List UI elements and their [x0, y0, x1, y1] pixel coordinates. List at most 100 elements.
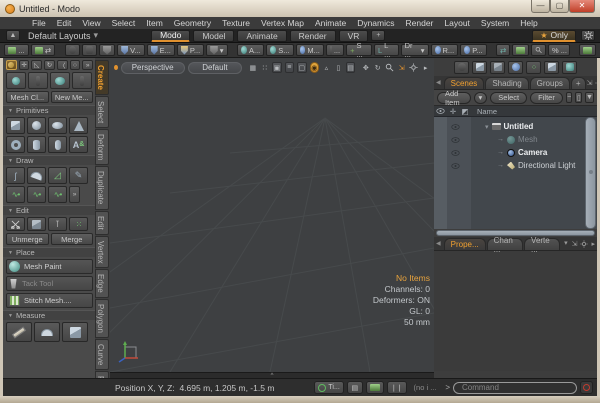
text-tool-button[interactable]: A& — [69, 136, 88, 153]
tab-edit[interactable]: Edit — [95, 211, 109, 235]
item-row-directional-light[interactable]: → Directional Light — [497, 159, 575, 172]
only-toggle[interactable]: ★ Only — [532, 30, 576, 42]
cut-tool-button[interactable] — [6, 217, 25, 231]
lock-icon[interactable]: ▯ — [334, 62, 343, 73]
visibility-toggle-icon[interactable]: ◉ — [310, 62, 319, 73]
mesh-paint-tool[interactable]: Mesh Paint — [6, 259, 93, 274]
collapse-left-icon[interactable]: ◀ — [436, 79, 443, 89]
tab-deform[interactable]: Deform — [95, 129, 109, 165]
arc-tool-button[interactable] — [27, 167, 46, 184]
scale-gizmo-button[interactable] — [72, 72, 92, 89]
mesh-cleanup-button[interactable]: Mesh Cl... — [6, 91, 49, 103]
eye-toggle[interactable] — [449, 163, 462, 169]
cone-primitive-button[interactable] — [69, 117, 88, 134]
tab-polygon[interactable]: Polygon — [95, 299, 109, 338]
scale-tool-button[interactable]: ◺ — [31, 60, 42, 70]
overlay-icon[interactable]: ▤ — [346, 62, 355, 73]
grid-toggle-button[interactable] — [512, 44, 529, 56]
spline-tool-button[interactable]: ∿• — [48, 186, 67, 203]
tack-tool[interactable]: Tack Tool — [6, 276, 93, 291]
zoom-icon[interactable] — [385, 62, 394, 73]
tab-vertex-map[interactable]: Verte ... — [524, 238, 560, 250]
items-mode-button[interactable] — [99, 44, 115, 56]
viewport-swap-button[interactable]: ⇄ — [31, 44, 56, 56]
viewport-mode-dropdown[interactable]: Perspective — [121, 62, 185, 74]
menu-render[interactable]: Render — [406, 18, 434, 28]
record-macro-button[interactable] — [580, 381, 593, 394]
filter-funnel-button[interactable]: ▼ — [585, 92, 594, 103]
search-button[interactable] — [531, 44, 546, 56]
spheres-view-icon[interactable]: ∷ — [260, 62, 269, 73]
palette-icon-4[interactable] — [508, 61, 523, 74]
place-section-header[interactable]: ▼Place — [3, 247, 95, 257]
palette-icon-7[interactable] — [562, 61, 577, 74]
menu-layout[interactable]: Layout — [444, 18, 470, 28]
expand-arrow-icon[interactable]: ▾ — [485, 123, 489, 131]
tab-curve[interactable]: Curve — [95, 339, 109, 370]
snapping-button[interactable]: +S ... — [346, 44, 372, 56]
curve-tool-button[interactable]: ʃ — [6, 167, 25, 184]
viewport-3d[interactable]: Perspective Default ▦ ∷ ▣ ≡ ▢ ◉ ▵ ▯ ▤ ✥ … — [110, 58, 434, 372]
menu-geometry[interactable]: Geometry — [174, 18, 211, 28]
command-input[interactable] — [453, 382, 577, 394]
vertical-scrollbar[interactable] — [585, 117, 596, 229]
cube-primitive-button[interactable] — [6, 117, 25, 134]
preview-toggle[interactable]: P... — [460, 44, 486, 56]
shading-cube-icon[interactable]: ▢ — [297, 62, 306, 73]
layout-tab-render[interactable]: Render — [290, 30, 336, 42]
add-item-dropdown[interactable]: ▾ — [474, 92, 488, 104]
menu-item[interactable]: Item — [146, 18, 163, 28]
palette-icon-6[interactable] — [544, 61, 559, 74]
layers-icon[interactable]: ≡ — [285, 62, 294, 73]
tab-shading[interactable]: Shading — [485, 77, 528, 89]
menu-help[interactable]: Help — [520, 18, 537, 28]
menu-view[interactable]: View — [82, 18, 100, 28]
stitch-mesh-tool[interactable]: Stitch Mesh.... — [6, 293, 93, 308]
viewport-gear-icon[interactable] — [409, 62, 418, 73]
palette-icon-1[interactable] — [454, 61, 469, 74]
close-button[interactable]: ✕ — [569, 0, 595, 13]
capsule-primitive-button[interactable] — [48, 136, 67, 153]
edges-mode-button[interactable]: E... — [147, 44, 175, 56]
popout-icon[interactable]: ⇲ — [572, 240, 578, 248]
bezier-tool-button[interactable]: ∿• — [6, 186, 25, 203]
palette-icon-2[interactable] — [472, 61, 487, 74]
clock-tool-button[interactable]: ○ — [70, 60, 81, 70]
material-button[interactable]: M... — [296, 44, 324, 56]
polygons-mode-button[interactable]: P... — [177, 44, 204, 56]
polyline-tool-button[interactable]: ◿ — [48, 167, 67, 184]
tab-overflow-icon[interactable]: ▾ — [561, 239, 571, 250]
collapse-all-button[interactable]: − — [566, 92, 573, 103]
elements-tool-button[interactable]: ⁙ — [69, 217, 88, 231]
select-tool-button[interactable] — [82, 44, 97, 56]
orbit-icon[interactable]: ↻ — [373, 62, 382, 73]
action-center-button[interactable] — [65, 44, 80, 56]
copy-tool-button[interactable] — [27, 217, 46, 231]
minimize-button[interactable]: — — [531, 0, 550, 13]
auto-select-button[interactable]: A... — [237, 44, 264, 56]
tab-create[interactable]: Create — [95, 60, 109, 95]
edit-section-header[interactable]: ▼Edit — [3, 205, 95, 215]
cylinder-primitive-button[interactable] — [27, 136, 46, 153]
move-gizmo-button[interactable] — [28, 72, 48, 89]
symmetry-button[interactable]: S... — [266, 44, 293, 56]
pen-tool-button[interactable]: ✎ — [69, 167, 88, 184]
menu-texture[interactable]: Texture — [222, 18, 250, 28]
draw-dropdown[interactable]: Dr ...▾ — [401, 44, 429, 56]
layout-tab-vr[interactable]: VR — [339, 30, 369, 42]
tab-duplicate[interactable]: Duplicate — [95, 166, 109, 209]
select-button[interactable]: Select — [490, 92, 527, 104]
title-bar[interactable]: Untitled - Modo — ▢ ✕ — [0, 0, 600, 17]
single-view-icon[interactable]: ▣ — [272, 62, 281, 73]
layout-gear-button[interactable] — [581, 30, 595, 41]
eye-toggle[interactable] — [449, 124, 462, 130]
palette-icon-3[interactable] — [490, 61, 505, 74]
vertices-mode-button[interactable]: V... — [117, 44, 145, 56]
gear-icon[interactable] — [580, 240, 588, 248]
eye-toggle[interactable] — [449, 137, 462, 143]
tab-properties[interactable]: Prope... — [444, 238, 486, 250]
work-plane-button[interactable]: LL ... — [374, 44, 399, 56]
measure-section-header[interactable]: ▼Measure — [3, 310, 95, 320]
unmerge-button[interactable]: Unmerge — [6, 233, 49, 245]
draw-section-header[interactable]: ▼Draw — [3, 155, 95, 165]
